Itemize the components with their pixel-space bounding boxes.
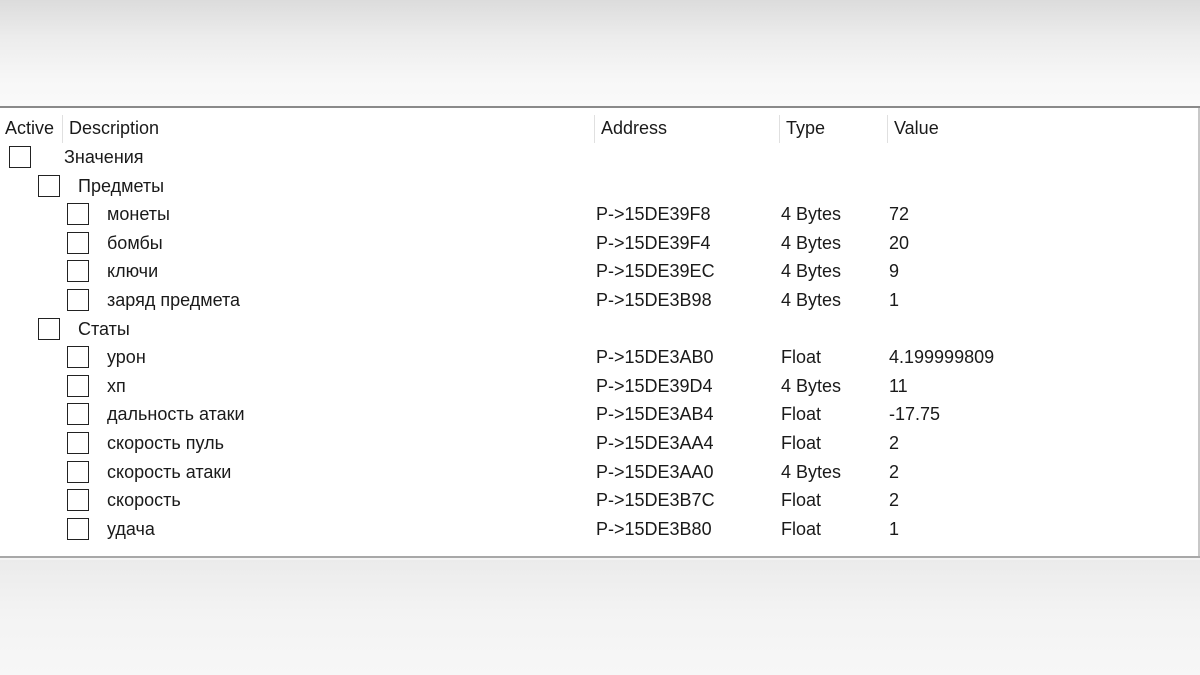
table-row[interactable]: хп P->15DE39D4 4 Bytes 11	[0, 372, 1200, 401]
description-cell: Значения	[64, 147, 144, 167]
active-checkbox[interactable]	[67, 203, 89, 226]
column-header-active[interactable]: Active	[5, 113, 54, 143]
description-cell: удача	[107, 518, 155, 539]
table-row[interactable]: монеты P->15DE39F8 4 Bytes 72	[0, 200, 1200, 229]
value-cell[interactable]: 9	[889, 257, 899, 286]
cheat-table: Active Description Address Type Value Зн…	[0, 106, 1200, 558]
value-cell[interactable]: 72	[889, 200, 909, 229]
address-cell: P->15DE39D4	[596, 375, 713, 396]
address-cell: P->15DE3AA4	[596, 433, 714, 453]
column-header-description[interactable]: Description	[69, 113, 159, 143]
value-cell[interactable]: 20	[889, 229, 909, 258]
description-cell: бомбы	[107, 232, 163, 253]
type-cell: 4 Bytes	[781, 375, 842, 396]
active-checkbox[interactable]	[67, 403, 89, 426]
value-cell[interactable]: 11	[889, 372, 908, 401]
type-cell: Float	[781, 518, 822, 539]
active-checkbox[interactable]	[67, 489, 89, 512]
description-cell: ключи	[107, 261, 159, 282]
address-cell: P->15DE3B98	[596, 290, 712, 310]
description-cell: урон	[107, 347, 146, 368]
background-top	[0, 0, 1200, 106]
column-separator[interactable]	[594, 115, 595, 143]
value-cell[interactable]: 1	[889, 515, 899, 544]
value-cell[interactable]: -17.75	[889, 400, 940, 429]
active-checkbox[interactable]	[9, 146, 31, 168]
description-cell: монеты	[107, 204, 170, 225]
table-row[interactable]: дальность атаки P->15DE3AB4 Float -17.75	[0, 400, 1200, 429]
address-cell: P->15DE3AB0	[596, 347, 714, 368]
description-cell: Статы	[78, 318, 130, 339]
value-cell[interactable]: 2	[889, 486, 899, 515]
address-cell: P->15DE3B7C	[596, 490, 715, 511]
active-checkbox[interactable]	[38, 174, 60, 197]
table-row[interactable]: скорость атаки P->15DE3AA0 4 Bytes 2	[0, 458, 1200, 487]
type-cell: Float	[781, 433, 822, 453]
table-row[interactable]: скорость пуль P->15DE3AA4 Float 2	[0, 429, 1200, 458]
table-row[interactable]: скорость P->15DE3B7C Float 2	[0, 486, 1200, 515]
column-header-address[interactable]: Address	[601, 113, 667, 143]
type-cell: Float	[781, 490, 822, 511]
type-cell: Float	[781, 404, 822, 425]
value-cell[interactable]: 4.199999809	[889, 343, 994, 372]
type-cell: 4 Bytes	[781, 204, 842, 225]
address-cell: P->15DE39F4	[596, 232, 711, 253]
active-checkbox[interactable]	[67, 260, 89, 283]
active-checkbox[interactable]	[67, 517, 89, 540]
table-row[interactable]: бомбы P->15DE39F4 4 Bytes 20	[0, 229, 1200, 258]
active-checkbox[interactable]	[67, 231, 89, 254]
table-row[interactable]: удача P->15DE3B80 Float 1	[0, 515, 1200, 544]
description-cell: хп	[107, 375, 126, 396]
active-checkbox[interactable]	[67, 432, 89, 454]
type-cell: 4 Bytes	[781, 261, 842, 282]
column-header-value[interactable]: Value	[894, 113, 939, 143]
column-header-type[interactable]: Type	[786, 113, 825, 143]
active-checkbox[interactable]	[67, 346, 89, 369]
table-header: Active Description Address Type Value	[0, 113, 1200, 143]
type-cell: Float	[781, 347, 822, 368]
description-cell: Предметы	[78, 175, 165, 196]
description-cell: скорость атаки	[107, 461, 232, 482]
type-cell: 4 Bytes	[781, 461, 842, 482]
table-row[interactable]: Статы	[0, 315, 1200, 344]
description-cell: скорость	[107, 490, 181, 511]
background-bottom	[0, 560, 1200, 675]
address-cell: P->15DE3AA0	[596, 461, 714, 482]
active-checkbox[interactable]	[67, 374, 89, 397]
table-row[interactable]: заряд предмета P->15DE3B98 4 Bytes 1	[0, 286, 1200, 315]
address-cell: P->15DE39EC	[596, 261, 715, 282]
active-checkbox[interactable]	[67, 460, 89, 483]
value-cell[interactable]: 2	[889, 429, 899, 458]
address-cell: P->15DE3AB4	[596, 404, 714, 425]
active-checkbox[interactable]	[67, 289, 89, 311]
table-row[interactable]: ключи P->15DE39EC 4 Bytes 9	[0, 257, 1200, 286]
column-separator[interactable]	[779, 115, 780, 143]
column-separator[interactable]	[62, 115, 63, 143]
table-row[interactable]: Значения	[0, 143, 1200, 172]
description-cell: скорость пуль	[107, 433, 224, 453]
table-row[interactable]: урон P->15DE3AB0 Float 4.199999809	[0, 343, 1200, 372]
value-cell[interactable]: 2	[889, 458, 899, 487]
description-cell: дальность атаки	[107, 404, 245, 425]
type-cell: 4 Bytes	[781, 290, 842, 310]
address-cell: P->15DE3B80	[596, 518, 712, 539]
address-cell: P->15DE39F8	[596, 204, 711, 225]
table-row[interactable]: Предметы	[0, 172, 1200, 201]
type-cell: 4 Bytes	[781, 232, 842, 253]
active-checkbox[interactable]	[38, 317, 60, 340]
value-cell[interactable]: 1	[889, 286, 899, 315]
column-separator[interactable]	[887, 115, 888, 143]
description-cell: заряд предмета	[107, 290, 241, 310]
